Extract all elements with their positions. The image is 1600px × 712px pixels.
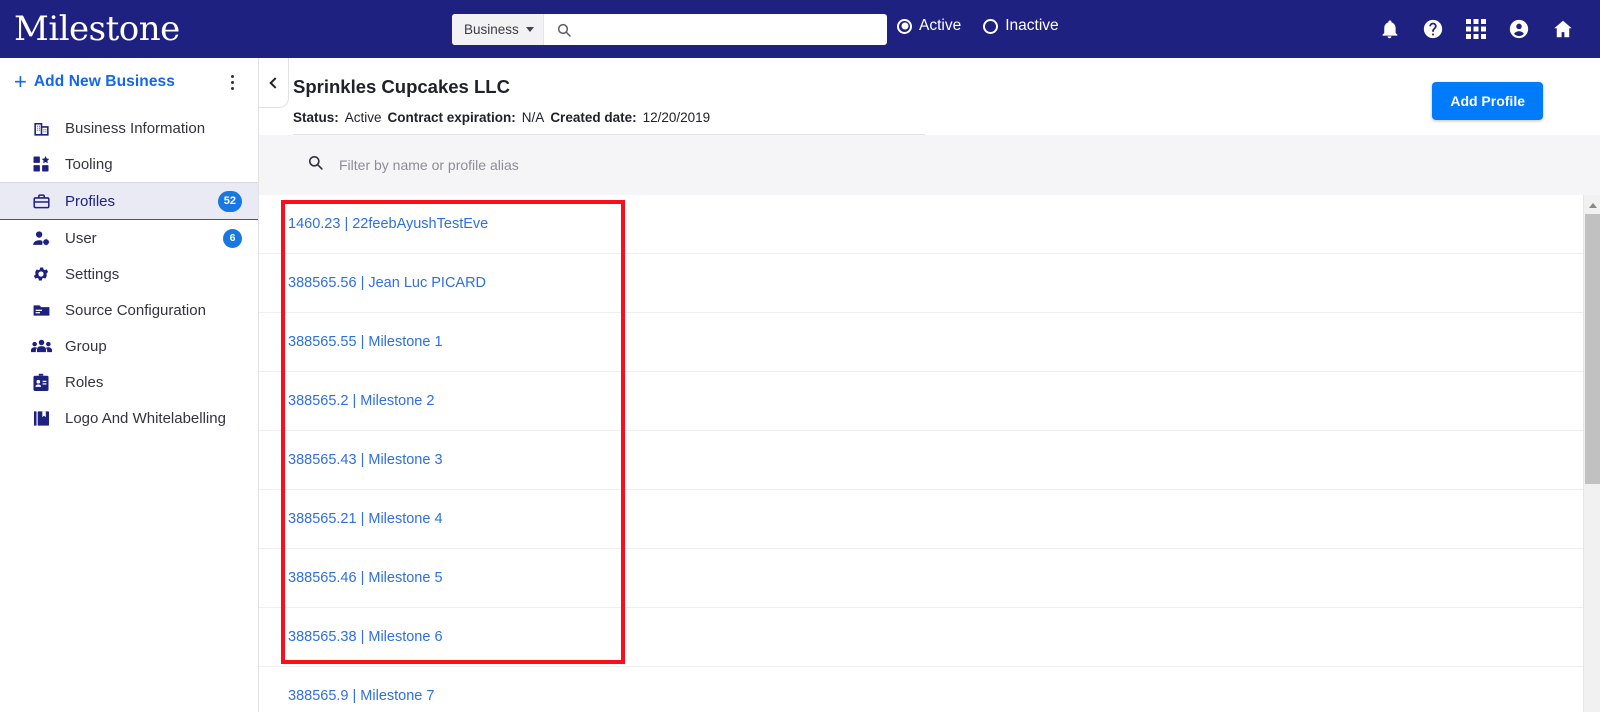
sidebar-item-user[interactable]: User 6 [0,220,258,256]
chevron-down-icon [525,27,534,32]
radio-active-label: Active [919,17,962,34]
search-input[interactable] [571,15,887,44]
search-icon [556,22,572,38]
sidebar-item-label: Group [65,337,107,355]
scroll-up-arrow-icon[interactable] [1584,198,1600,212]
list-item[interactable]: 388565.55 | Milestone 1 [259,313,1600,372]
chevron-left-icon [269,76,281,89]
sidebar-item-label: Roles [65,373,104,391]
add-new-business-label: Add New Business [33,73,175,90]
sidebar-item-group[interactable]: Group [0,328,258,364]
radio-active[interactable]: Active [897,17,961,35]
main-content: Sprinkles Cupcakes LLC Status: Active Con… [259,58,1600,712]
status-filter-radio-group: Active Inactive [897,17,1059,35]
filter-input-wrap [307,154,857,176]
apps-grid-icon[interactable] [1466,19,1486,39]
sidebar-item-source-configuration[interactable]: Source Configuration [0,292,258,328]
profile-link[interactable]: 388565.55 | Milestone 1 [288,334,443,350]
status-value: Active [344,110,382,125]
created-date-value: 12/20/2019 [642,110,711,125]
book-icon [30,409,52,428]
list-item[interactable]: 1460.23 | 22feebAyushTestEve [259,195,1600,254]
top-navigation-bar: Milestone Business Active Inactive [0,0,1600,58]
user-settings-icon [30,229,52,248]
global-search: Business [452,14,887,45]
briefcase-icon [30,192,52,211]
gear-icon [30,265,52,283]
sidebar: + Add New Business Business Information [0,58,259,712]
sidebar-item-logo-and-whitelabelling[interactable]: Logo And Whitelabelling [0,400,258,436]
building-icon [30,119,52,138]
list-item[interactable]: 388565.9 | Milestone 7 [259,667,1600,712]
plus-icon: + [14,69,27,94]
add-profile-button[interactable]: Add Profile [1432,82,1543,120]
profile-link[interactable]: 1460.23 | 22feebAyushTestEve [288,216,488,232]
list-item[interactable]: 388565.38 | Milestone 6 [259,608,1600,667]
sidebar-item-business-information[interactable]: Business Information [0,110,258,146]
contract-expiration-value: N/A [521,110,545,125]
home-icon[interactable] [1552,18,1574,40]
sidebar-item-label: Profiles [65,192,116,210]
sidebar-item-label: Settings [65,265,120,283]
sidebar-item-profiles[interactable]: Profiles 52 [0,182,258,220]
created-date-label: Created date: [550,110,637,125]
list-item[interactable]: 388565.21 | Milestone 4 [259,490,1600,549]
search-icon [307,154,324,176]
sidebar-item-tooling[interactable]: Tooling [0,146,258,182]
profile-link[interactable]: 388565.21 | Milestone 4 [288,511,443,527]
search-scope-label: Business [464,22,519,37]
profile-link[interactable]: 388565.43 | Milestone 3 [288,452,443,468]
sidebar-item-label: Business Information [65,119,206,137]
bell-icon[interactable] [1379,19,1400,40]
page-header: Sprinkles Cupcakes LLC Status: Active Con… [259,58,1600,135]
sidebar-item-roles[interactable]: Roles [0,364,258,400]
top-bar-icon-group [1379,0,1574,58]
account-icon[interactable] [1508,18,1530,40]
sidebar-item-settings[interactable]: Settings [0,256,258,292]
sidebar-badge-profiles: 52 [217,190,242,212]
sidebar-item-label: User [65,229,97,247]
radio-active-dot [897,18,912,34]
sidebar-item-label: Source Configuration [65,301,206,319]
list-item[interactable]: 388565.2 | Milestone 2 [259,372,1600,431]
list-item[interactable]: 388565.56 | Jean Luc PICARD [259,254,1600,313]
group-icon [30,337,52,356]
folder-icon [30,301,52,320]
sidebar-collapse-button[interactable] [259,58,289,108]
business-meta: Status: Active Contract expiration: N/A Cr… [293,110,710,125]
profile-filter-bar [259,135,1600,195]
sidebar-nav: Business Information Tooling Profiles 52… [0,110,258,436]
sidebar-item-label: Logo And Whitelabelling [65,409,226,427]
page-title: Sprinkles Cupcakes LLC [293,76,510,97]
profile-link[interactable]: 388565.46 | Milestone 5 [288,570,443,586]
add-new-business-button[interactable]: + Add New Business [0,58,258,106]
scrollbar-thumb[interactable] [1585,214,1600,484]
radio-inactive-label: Inactive [1005,17,1059,34]
list-item[interactable]: 388565.46 | Milestone 5 [259,549,1600,608]
contract-expiration-label: Contract expiration: [387,110,516,125]
profile-link[interactable]: 388565.9 | Milestone 7 [288,688,434,704]
profile-link[interactable]: 388565.38 | Milestone 6 [288,629,443,645]
filter-input[interactable] [337,156,857,174]
sidebar-item-label: Tooling [65,155,113,173]
radio-inactive[interactable]: Inactive [983,17,1059,35]
profile-link[interactable]: 388565.2 | Milestone 2 [288,393,434,409]
sidebar-badge-user: 6 [223,228,242,248]
vertical-scrollbar[interactable] [1583,195,1600,712]
tools-grid-icon [30,155,52,173]
profile-list: 1460.23 | 22feebAyushTestEve 388565.56 |… [259,195,1600,712]
radio-inactive-dot [983,18,999,34]
search-scope-dropdown[interactable]: Business [452,14,544,45]
kebab-menu-icon[interactable] [222,71,242,93]
status-label: Status: [293,110,339,125]
list-item[interactable]: 388565.43 | Milestone 3 [259,431,1600,490]
profile-link[interactable]: 388565.56 | Jean Luc PICARD [288,275,486,291]
help-icon[interactable] [1422,18,1444,40]
app-logo[interactable]: Milestone [14,12,180,46]
id-badge-icon [30,373,52,392]
